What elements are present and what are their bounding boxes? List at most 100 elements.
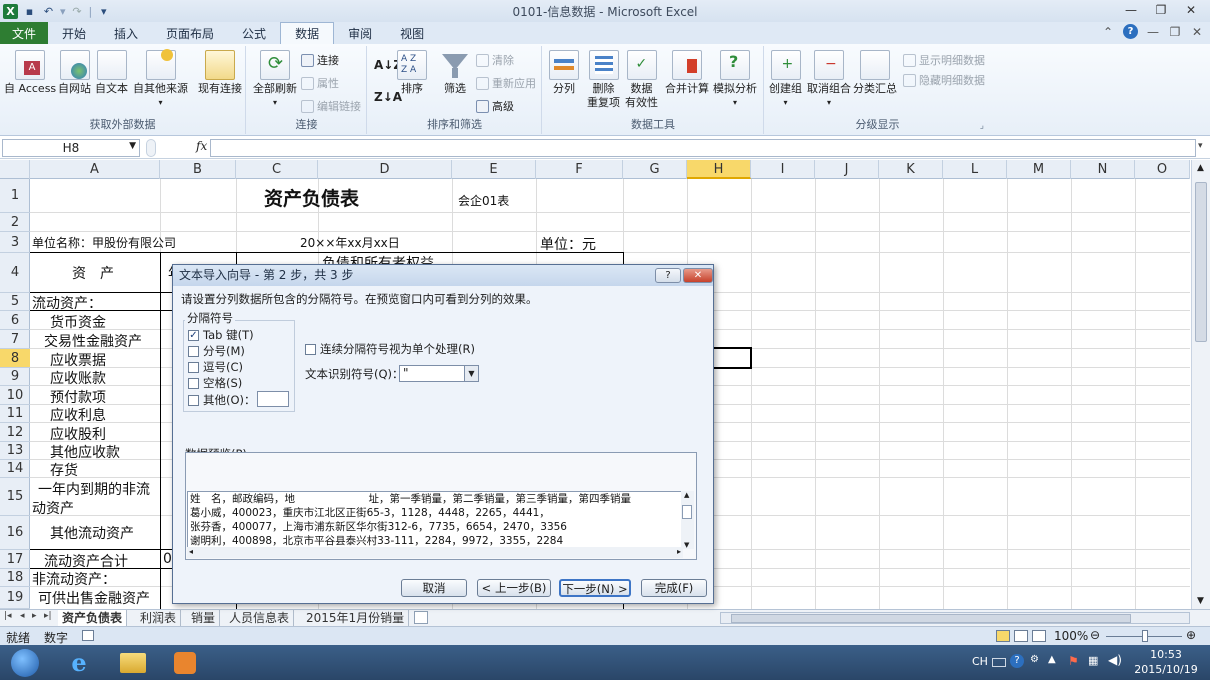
row-header[interactable]: 1 [0, 179, 30, 213]
sheet-tab-balance[interactable]: 资产负债表 [58, 610, 128, 626]
tab-formulas[interactable]: 公式 [228, 22, 280, 44]
dialog-close-button[interactable]: ✕ [683, 268, 713, 283]
action-center-flag-icon[interactable]: ⚑ [1068, 654, 1079, 668]
row-header[interactable]: 16 [0, 516, 30, 550]
clock-time[interactable]: 10:53 [1136, 648, 1196, 661]
col-header-o[interactable]: O [1135, 160, 1190, 179]
other-delimiter-input[interactable] [257, 391, 289, 407]
row-header[interactable]: 4 [0, 253, 30, 293]
row-header[interactable]: 17 [0, 550, 30, 569]
reapply-button[interactable]: 重新应用 [476, 75, 536, 91]
group-button[interactable]: + 创建组 ▾ [769, 50, 802, 110]
workbook-close-button[interactable]: ✕ [1190, 25, 1204, 39]
row-header[interactable]: 9 [0, 368, 30, 386]
what-if-analysis-button[interactable]: ? 模拟分析 ▾ [713, 50, 757, 110]
col-header-d[interactable]: D [318, 160, 452, 179]
row-header[interactable]: 6 [0, 311, 30, 330]
taskbar-ie[interactable]: e [58, 647, 100, 678]
network-icon[interactable]: ▦ [1088, 654, 1098, 667]
expand-formula-bar-icon[interactable]: ▾ [1198, 141, 1203, 151]
start-button[interactable] [4, 647, 46, 678]
first-sheet-icon[interactable]: |◂ [4, 611, 12, 621]
sheet-tab-jan-sales[interactable]: 2015年1月份销量 [302, 610, 410, 626]
keyboard-icon[interactable] [992, 658, 1006, 667]
row-header[interactable]: 13 [0, 442, 30, 460]
zoom-slider-thumb[interactable] [1142, 630, 1148, 642]
zoom-out-icon[interactable]: ⊖ [1090, 628, 1100, 642]
data-preview-list[interactable]: 姓 名，邮政编码，地 址，第一季销量，第二季销量，第三季销量，第四季销量 葛小威… [187, 491, 683, 549]
scroll-left-icon[interactable]: ◂ [189, 547, 193, 556]
col-header-b[interactable]: B [160, 160, 236, 179]
properties-button[interactable]: 属性 [301, 75, 339, 91]
from-access-button[interactable]: A 自 Access [4, 50, 56, 96]
row-header[interactable]: 5 [0, 293, 30, 311]
vertical-scrollbar[interactable]: ▲ ▼ [1191, 160, 1210, 609]
row-header[interactable]: 15 [0, 478, 30, 516]
row-header[interactable]: 18 [0, 569, 30, 587]
sheet-tab-staff[interactable]: 人员信息表 [225, 610, 295, 626]
tab-view[interactable]: 视图 [386, 22, 438, 44]
col-header-m[interactable]: M [1007, 160, 1071, 179]
scroll-up-icon[interactable]: ▲ [1197, 163, 1204, 173]
row-header-selected[interactable]: 8 [0, 349, 30, 368]
tab-file[interactable]: 文件 [0, 22, 48, 44]
horizontal-scrollbar[interactable] [720, 612, 1190, 624]
scroll-down-icon[interactable]: ▼ [684, 541, 689, 549]
next-button[interactable]: 下一步(N) > [559, 579, 631, 597]
help-tray-icon[interactable]: ? [1010, 654, 1024, 668]
zoom-level[interactable]: 100% [1054, 629, 1088, 643]
row-header[interactable]: 10 [0, 386, 30, 405]
col-header-n[interactable]: N [1071, 160, 1135, 179]
close-button[interactable]: ✕ [1176, 0, 1206, 20]
taskbar-media-player[interactable] [164, 647, 206, 678]
scrollbar-thumb[interactable] [731, 614, 1131, 623]
volume-icon[interactable]: ◀) [1108, 653, 1122, 667]
checkbox-semicolon[interactable]: 分号(M) [188, 343, 245, 359]
macro-record-icon[interactable] [82, 630, 94, 641]
tab-review[interactable]: 审阅 [334, 22, 386, 44]
name-box[interactable]: H8 ▼ [2, 139, 140, 157]
normal-view-icon[interactable] [996, 630, 1010, 642]
edit-links-button[interactable]: 编辑链接 [301, 98, 361, 114]
text-qualifier-select[interactable]: " ▼ [399, 365, 479, 382]
chevron-down-icon[interactable]: ▼ [129, 141, 136, 151]
page-layout-view-icon[interactable] [1014, 630, 1028, 642]
prev-sheet-icon[interactable]: ◂ [20, 611, 25, 621]
sheet-tab-income[interactable]: 利润表 [136, 610, 182, 626]
data-validation-button[interactable]: ✓ 数据 有效性 [625, 50, 658, 110]
input-language[interactable]: CH [972, 655, 988, 668]
clear-filter-button[interactable]: 清除 [476, 52, 514, 68]
sheet-tab-sales[interactable]: 销量 [187, 610, 221, 626]
row-header[interactable]: 14 [0, 460, 30, 478]
row-header[interactable]: 19 [0, 587, 30, 609]
refresh-all-button[interactable]: ⟳ 全部刷新 ▾ [253, 50, 297, 110]
row-header[interactable]: 11 [0, 405, 30, 423]
clock-date[interactable]: 2015/10/19 [1130, 663, 1202, 676]
chevron-down-icon[interactable]: ▼ [464, 366, 478, 381]
text-to-columns-button[interactable]: 分列 [549, 50, 579, 96]
checkbox-space[interactable]: 空格(S) [188, 375, 242, 391]
row-header[interactable]: 2 [0, 213, 30, 232]
col-header-g[interactable]: G [623, 160, 687, 179]
select-all-corner[interactable] [0, 160, 30, 179]
insert-sheet-icon[interactable] [414, 611, 428, 624]
scrollbar-thumb[interactable] [1195, 182, 1207, 342]
show-hidden-icons[interactable]: ▲ [1048, 654, 1056, 665]
sort-button[interactable]: A ZZ A 排序 [397, 50, 427, 96]
last-sheet-icon[interactable]: ▸| [44, 611, 52, 621]
preview-horizontal-scrollbar[interactable]: ◂ ▸ [187, 547, 683, 558]
from-other-sources-button[interactable]: 自其他来源 ▾ [133, 49, 188, 110]
ungroup-button[interactable]: − 取消组合 ▾ [807, 50, 851, 110]
show-detail-button[interactable]: 显示明细数据 [903, 52, 985, 68]
col-header-e[interactable]: E [452, 160, 536, 179]
next-sheet-icon[interactable]: ▸ [32, 611, 37, 621]
preview-vertical-scrollbar[interactable]: ▲ ▼ [681, 491, 694, 549]
hide-detail-button[interactable]: 隐藏明细数据 [903, 72, 985, 88]
consolidate-button[interactable]: 合并计算 [665, 50, 709, 96]
insert-function-icon[interactable]: fx [196, 139, 207, 153]
dialog-help-button[interactable]: ? [655, 268, 681, 283]
row-header[interactable]: 3 [0, 232, 30, 253]
formula-input[interactable] [210, 139, 1196, 157]
row-header[interactable]: 12 [0, 423, 30, 442]
tab-home[interactable]: 开始 [48, 22, 100, 44]
